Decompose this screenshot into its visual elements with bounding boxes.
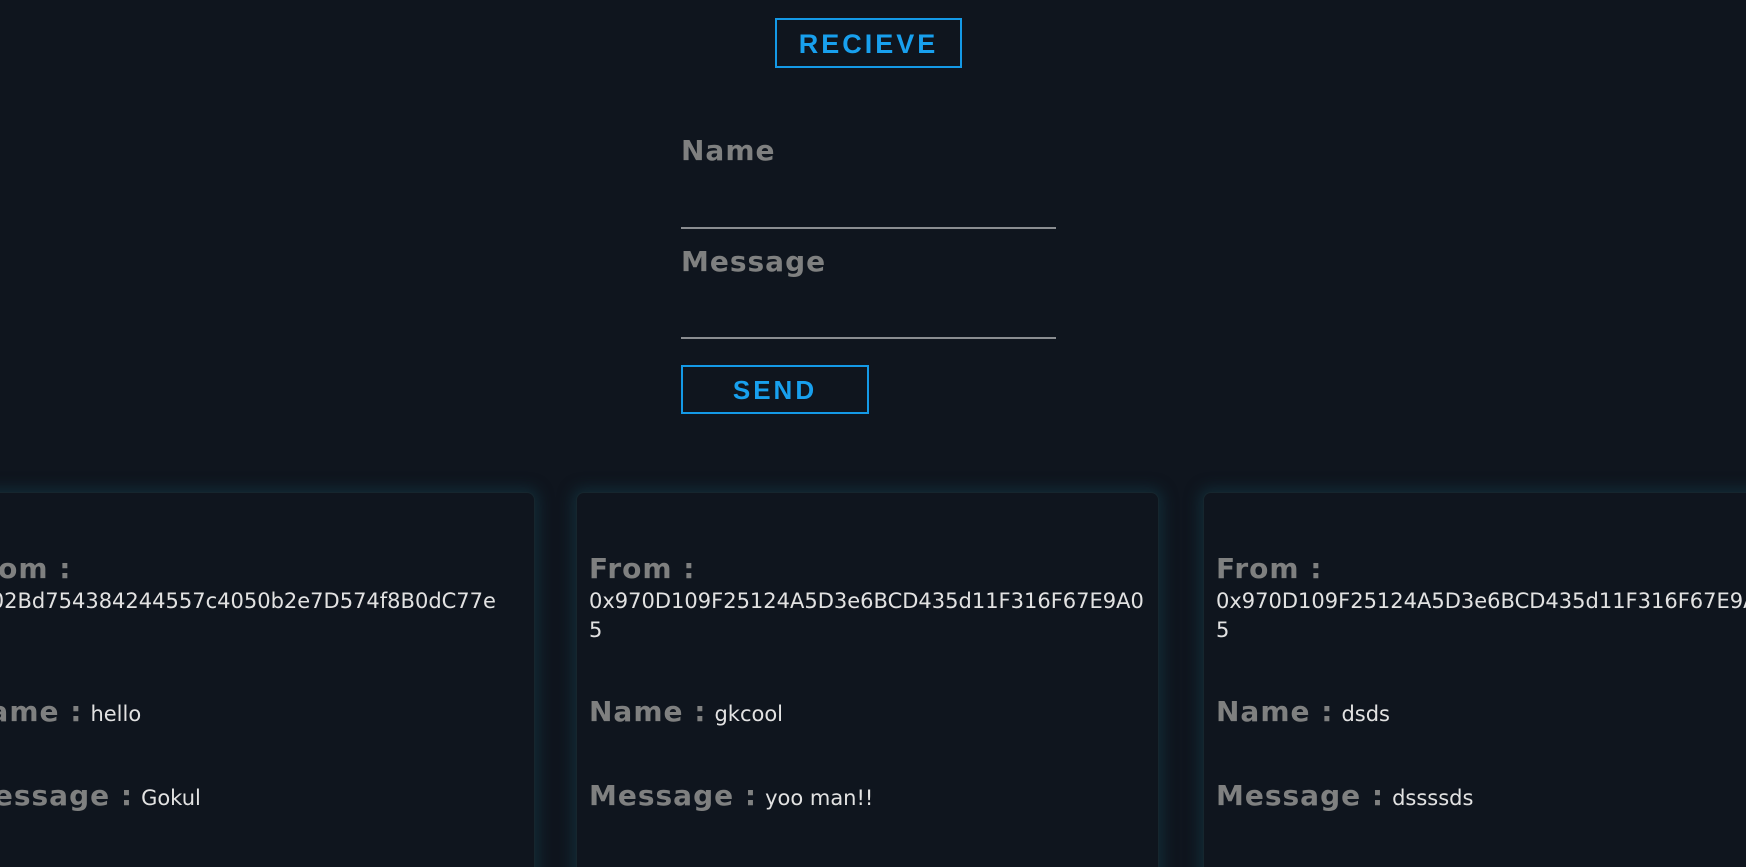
message-card: From : 0x970D109F25124A5D3e6BCD435d11F31… (1203, 492, 1746, 867)
message-row: Message : Gokul (0, 778, 201, 814)
from-address: 0x02Bd754384244557c4050b2e7D574f8B0dC77e (0, 589, 496, 613)
from-label: From : (589, 552, 696, 585)
message-row-value: dssssds (1392, 786, 1474, 810)
message-row-label: Message : (589, 779, 758, 812)
name-row: Name : hello (0, 694, 141, 730)
from-block: From : 0x970D109F25124A5D3e6BCD435d11F31… (1216, 553, 1746, 645)
message-row-label: Message : (1216, 779, 1385, 812)
name-row-label: Name : (1216, 695, 1334, 728)
message-label: Message (681, 245, 827, 278)
name-row-label: Name : (0, 695, 83, 728)
recieve-button[interactable]: RECIEVE (775, 18, 962, 68)
name-row-value: hello (90, 702, 142, 726)
message-row-value: Gokul (141, 786, 201, 810)
name-label: Name (681, 134, 776, 167)
name-row: Name : gkcool (589, 694, 783, 730)
name-row-value: gkcool (714, 702, 784, 726)
from-label: From : (1216, 552, 1323, 585)
from-block: From : 0x970D109F25124A5D3e6BCD435d11F31… (589, 553, 1149, 645)
message-row-value: yoo man!! (765, 786, 874, 810)
from-label: From : (0, 552, 72, 585)
name-row-label: Name : (589, 695, 707, 728)
message-card-content: From : 0x970D109F25124A5D3e6BCD435d11F31… (1204, 493, 1746, 867)
from-address: 0x970D109F25124A5D3e6BCD435d11F316F67E9A… (1216, 589, 1746, 642)
message-card: From : 0x970D109F25124A5D3e6BCD435d11F31… (576, 492, 1159, 867)
name-input[interactable] (681, 193, 1056, 229)
message-input[interactable] (681, 303, 1056, 339)
name-row-value: dsds (1341, 702, 1390, 726)
message-card-content: From : 0x970D109F25124A5D3e6BCD435d11F31… (577, 493, 1158, 867)
message-row-label: Message : (0, 779, 134, 812)
message-card-content: From : 0x02Bd754384244557c4050b2e7D574f8… (0, 493, 534, 867)
from-block: From : 0x02Bd754384244557c4050b2e7D574f8… (0, 553, 525, 616)
message-row: Message : yoo man!! (589, 778, 873, 814)
app-page: RECIEVE Name Message SEND From : 0x02Bd7… (0, 0, 1746, 867)
message-row: Message : dssssds (1216, 778, 1473, 814)
message-card: From : 0x02Bd754384244557c4050b2e7D574f8… (0, 492, 535, 867)
from-address: 0x970D109F25124A5D3e6BCD435d11F316F67E9A… (589, 589, 1144, 642)
name-row: Name : dsds (1216, 694, 1390, 730)
send-button[interactable]: SEND (681, 365, 869, 414)
